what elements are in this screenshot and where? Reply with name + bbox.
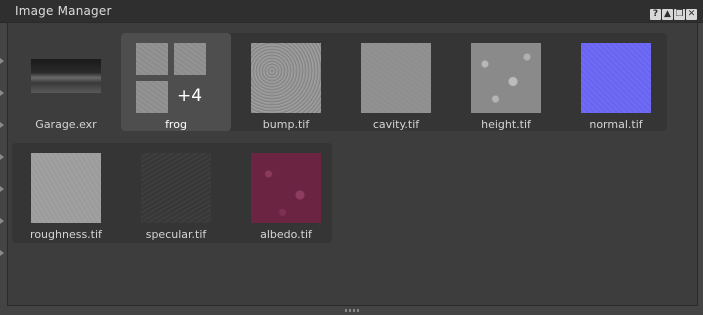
title-bar[interactable]: Image Manager ? ▲ ❐ ✕ [0, 0, 703, 23]
height-thumbnail [471, 43, 541, 113]
image-tile-bump[interactable]: bump.tif [231, 33, 341, 131]
image-label: bump.tif [262, 118, 310, 131]
image-tile-specular[interactable]: specular.tif [121, 143, 231, 241]
specular-thumbnail [141, 153, 211, 223]
dock-arrow-icon [0, 186, 4, 192]
dock-arrow-icon [0, 218, 4, 224]
albedo-thumbnail [251, 153, 321, 223]
image-label: albedo.tif [260, 228, 312, 241]
image-label: normal.tif [589, 118, 643, 131]
window-title: Image Manager [15, 4, 112, 18]
dock-arrow-icon [0, 250, 4, 256]
image-tile-frog[interactable]: +4 frog [121, 33, 231, 131]
group-thumbnail [136, 43, 168, 75]
normal-thumbnail [581, 43, 651, 113]
cavity-thumbnail [361, 43, 431, 113]
image-label: specular.tif [145, 228, 207, 241]
group-thumbnail [174, 43, 206, 75]
image-label: roughness.tif [30, 228, 102, 241]
image-manager-window: Image Manager ? ▲ ❐ ✕ Garage.exr +4 frog [0, 0, 703, 315]
image-label: height.tif [481, 118, 531, 131]
image-label: cavity.tif [372, 118, 420, 131]
help-icon[interactable]: ? [650, 9, 661, 20]
image-tile-normal[interactable]: normal.tif [561, 33, 671, 131]
float-icon[interactable]: ❐ [674, 9, 685, 20]
roughness-thumbnail [31, 153, 101, 223]
resize-grip[interactable] [345, 309, 361, 312]
bump-thumbnail [251, 43, 321, 113]
image-grid-panel: Garage.exr +4 frog bump.tif cavity.tif h… [7, 22, 698, 306]
environment-thumbnail [31, 59, 101, 93]
close-icon[interactable]: ✕ [686, 9, 697, 20]
image-tile-roughness[interactable]: roughness.tif [11, 143, 121, 241]
dock-arrow-icon [0, 58, 4, 64]
dock-arrow-icon [0, 90, 4, 96]
image-tile-garage[interactable]: Garage.exr [11, 33, 121, 131]
image-tile-height[interactable]: height.tif [451, 33, 561, 131]
collapse-icon[interactable]: ▲ [662, 9, 673, 20]
group-thumbnail [136, 81, 168, 113]
dock-arrow-icon [0, 122, 4, 128]
image-label: Garage.exr [35, 118, 97, 131]
image-tile-albedo[interactable]: albedo.tif [231, 143, 341, 241]
image-label: frog [165, 118, 187, 131]
image-tile-cavity[interactable]: cavity.tif [341, 33, 451, 131]
group-count-badge: +4 [177, 86, 203, 106]
dock-arrow-icon [0, 154, 4, 160]
